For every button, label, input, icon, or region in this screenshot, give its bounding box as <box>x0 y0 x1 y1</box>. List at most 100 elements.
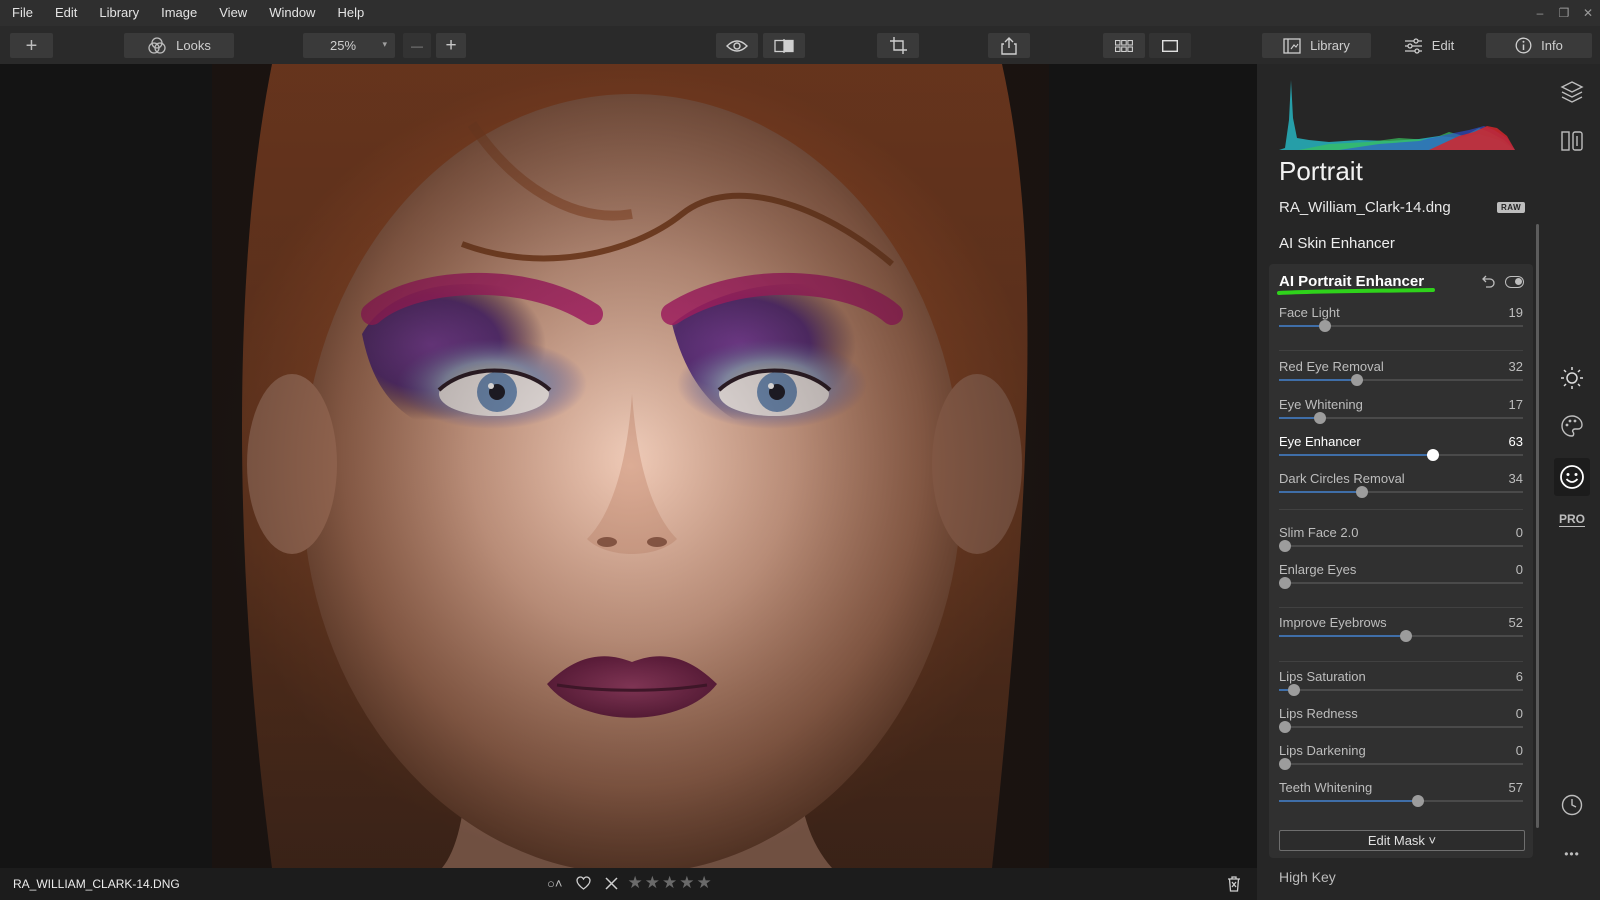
pro-button[interactable]: PRO <box>1558 506 1586 534</box>
slider-eye-enhancer[interactable]: Eye Enhancer 63 <box>1279 434 1523 464</box>
slider-face-light[interactable]: Face Light 19 <box>1279 305 1523 335</box>
menu-image[interactable]: Image <box>150 0 208 26</box>
tab-edit[interactable]: Edit <box>1376 33 1482 58</box>
portrait-illustration <box>212 64 1049 868</box>
star-icon[interactable]: ★ <box>679 874 694 891</box>
slider-handle[interactable] <box>1400 630 1412 642</box>
menu-view[interactable]: View <box>208 0 258 26</box>
edit-mask-button[interactable]: Edit Mask ˅ <box>1279 830 1525 851</box>
star-icon[interactable]: ★ <box>696 874 711 891</box>
minimize-button[interactable]: – <box>1534 6 1546 20</box>
slider-handle[interactable] <box>1279 758 1291 770</box>
slider-slim-face-2-0[interactable]: Slim Face 2.0 0 <box>1279 525 1523 555</box>
star-icon[interactable]: ★ <box>645 874 660 891</box>
tab-library-label: Library <box>1310 38 1350 53</box>
panel-file-name: RA_William_Clark-14.dng <box>1279 199 1451 216</box>
panel-scrollbar[interactable] <box>1536 224 1539 828</box>
tab-info[interactable]: Info <box>1486 33 1592 58</box>
compare-button[interactable] <box>763 33 805 58</box>
trash-icon[interactable] <box>1227 876 1241 892</box>
single-view-button[interactable] <box>1149 33 1191 58</box>
split-view-icon <box>774 38 794 53</box>
slider-handle[interactable] <box>1427 449 1439 461</box>
presets-button[interactable] <box>1558 127 1586 155</box>
slider-lips-darkening[interactable]: Lips Darkening 0 <box>1279 743 1523 773</box>
slider-lips-redness[interactable]: Lips Redness 0 <box>1279 706 1523 736</box>
slider-eye-whitening[interactable]: Eye Whitening 17 <box>1279 397 1523 427</box>
slider-handle[interactable] <box>1356 486 1368 498</box>
history-button[interactable] <box>1558 791 1586 819</box>
slider-track[interactable] <box>1279 726 1523 728</box>
layers-button[interactable] <box>1558 78 1586 106</box>
slider-fill <box>1279 454 1433 456</box>
reset-icon[interactable] <box>1481 275 1495 289</box>
menu-file[interactable]: File <box>0 0 44 26</box>
history-icon <box>1561 794 1583 816</box>
section-ai-skin-enhancer[interactable]: AI Skin Enhancer <box>1279 235 1395 252</box>
divider <box>1279 509 1523 510</box>
slider-handle[interactable] <box>1279 721 1291 733</box>
slider-track[interactable] <box>1279 545 1523 547</box>
menu-edit[interactable]: Edit <box>44 0 88 26</box>
zoom-value: 25% <box>330 38 357 53</box>
slider-handle[interactable] <box>1412 795 1424 807</box>
slider-handle[interactable] <box>1351 374 1363 386</box>
slider-handle[interactable] <box>1288 684 1300 696</box>
crop-button[interactable] <box>877 33 919 58</box>
slider-track[interactable] <box>1279 763 1523 765</box>
creative-button[interactable] <box>1558 412 1586 440</box>
portrait-button[interactable] <box>1554 458 1590 496</box>
slider-label: Enlarge Eyes <box>1279 562 1357 577</box>
photo-canvas[interactable] <box>0 64 1257 868</box>
looks-button[interactable]: Looks <box>124 33 234 58</box>
zoom-out-button[interactable]: — <box>403 33 431 58</box>
share-button[interactable] <box>988 33 1030 58</box>
more-button[interactable]: ••• <box>1558 840 1586 868</box>
star-rating[interactable]: ★ ★ ★ ★ ★ <box>627 874 711 891</box>
divider <box>1279 661 1523 662</box>
grid-view-button[interactable] <box>1103 33 1145 58</box>
star-icon[interactable]: ★ <box>627 874 642 891</box>
slider-handle[interactable] <box>1279 577 1291 589</box>
slider-lips-saturation[interactable]: Lips Saturation 6 <box>1279 669 1523 699</box>
slider-handle[interactable] <box>1279 540 1291 552</box>
slider-red-eye-removal[interactable]: Red Eye Removal 32 <box>1279 359 1523 389</box>
slider-track[interactable] <box>1279 689 1523 691</box>
close-button[interactable]: ✕ <box>1582 6 1594 20</box>
module-toggle[interactable] <box>1505 276 1524 288</box>
raw-badge: RAW <box>1497 202 1526 213</box>
menu-window[interactable]: Window <box>258 0 326 26</box>
add-button[interactable]: + <box>10 33 53 58</box>
preset-title: Portrait <box>1279 156 1363 186</box>
layers-icon <box>1560 81 1584 103</box>
star-icon[interactable]: ★ <box>662 874 677 891</box>
slider-improve-eyebrows[interactable]: Improve Eyebrows 52 <box>1279 615 1523 645</box>
slider-track[interactable] <box>1279 582 1523 584</box>
tab-library[interactable]: Library <box>1262 33 1371 58</box>
slider-dark-circles-removal[interactable]: Dark Circles Removal 34 <box>1279 471 1523 501</box>
divider <box>1279 350 1523 351</box>
restore-button[interactable]: ❐ <box>1558 6 1570 20</box>
section-high-key[interactable]: High Key <box>1279 869 1336 885</box>
essentials-button[interactable] <box>1558 364 1586 392</box>
color-label-icon[interactable]: ○˄ <box>547 876 562 891</box>
menu-help[interactable]: Help <box>326 0 375 26</box>
slider-label: Improve Eyebrows <box>1279 615 1387 630</box>
slider-label: Slim Face 2.0 <box>1279 525 1359 540</box>
slider-handle[interactable] <box>1314 412 1326 424</box>
menu-bar: File Edit Library Image View Window Help… <box>0 0 1600 26</box>
slider-enlarge-eyes[interactable]: Enlarge Eyes 0 <box>1279 562 1523 592</box>
reject-icon[interactable] <box>605 876 618 890</box>
toolbar: + Looks 25% ▾ — + Library Edit Info <box>0 26 1600 64</box>
preview-button[interactable] <box>716 33 758 58</box>
slider-handle[interactable] <box>1319 320 1331 332</box>
slider-value: 32 <box>1508 359 1523 374</box>
zoom-select[interactable]: 25% ▾ <box>303 33 395 58</box>
menu-library[interactable]: Library <box>88 0 150 26</box>
heart-icon[interactable] <box>576 876 592 890</box>
slider-teeth-whitening[interactable]: Teeth Whitening 57 <box>1279 780 1523 810</box>
zoom-in-button[interactable]: + <box>436 33 466 58</box>
library-icon <box>1283 37 1301 54</box>
app-window: File Edit Library Image View Window Help… <box>0 0 1600 900</box>
palette-icon <box>1561 415 1583 437</box>
